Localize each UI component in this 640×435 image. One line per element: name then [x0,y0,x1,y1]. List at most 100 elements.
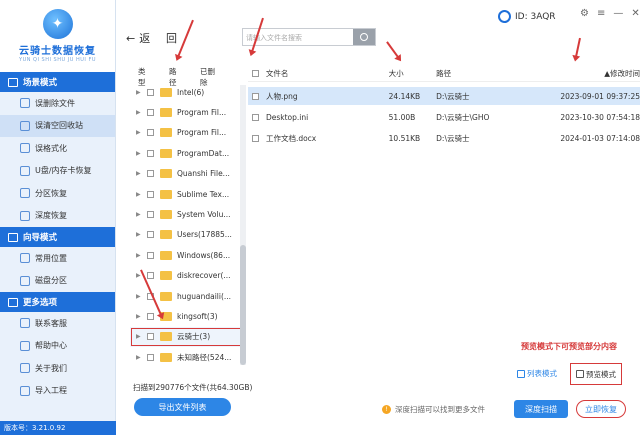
sidebar-item-format[interactable]: 误格式化 [0,137,115,160]
sidebar-item-import[interactable]: 导入工程 [0,380,115,403]
col-mtime[interactable]: ▲修改时间 [565,68,640,79]
tree-row-label: Windows(86... [177,250,231,260]
tree-checkbox[interactable] [147,109,154,117]
expand-arrow-icon[interactable]: ▶ [136,170,142,177]
close-icon[interactable]: ✕ [631,8,639,19]
file-row[interactable]: Desktop.ini 51.00B D:\云骑士\GHO 2023-10-30 07… [248,108,640,126]
tree-row[interactable]: ▶ System Volu... [130,204,242,224]
sidebar-item-partition[interactable]: 分区恢复 [0,182,115,205]
expand-arrow-icon[interactable]: ▶ [136,333,142,340]
search-input[interactable]: 请输入文件名搜索 [243,29,353,45]
tree-checkbox[interactable] [147,211,154,219]
file-mtime: 2023-10-30 07:54:18 [560,112,640,122]
expand-arrow-icon[interactable]: ▶ [136,313,142,320]
tree-row[interactable]: ▶ Sublime Tex... [130,184,242,204]
tree-checkbox[interactable] [147,251,154,259]
list-mode-button[interactable]: 列表模式 [517,368,557,379]
tree-checkbox[interactable] [147,333,154,341]
tree-row[interactable]: ▶ Intel(6) [130,82,242,102]
annotation-arrow [177,19,194,58]
sidebar-item-common-locations[interactable]: 常用位置 [0,247,115,270]
recover-now-button[interactable]: 立即恢复 [576,400,626,418]
tree-tab-deleted[interactable]: 已删除 [200,66,221,87]
tree-tab-type[interactable]: 类型 [138,66,152,87]
user-id[interactable]: ID: 3AQR [498,10,556,23]
tree-row[interactable]: ▶ huguandaili(... [130,286,242,306]
file-checkbox[interactable] [252,92,259,100]
tree-row[interactable]: ▶ Quanshi File... [130,164,242,184]
sidebar-item-about[interactable]: 关于我们 [0,357,115,380]
tree-checkbox[interactable] [147,149,154,157]
tree-tab-path[interactable]: 路径 [169,66,183,87]
sidebar-item-deleted-files[interactable]: 误删除文件 [0,92,115,115]
minimize-icon[interactable]: — [613,8,623,19]
tree-row-label: Sublime Tex... [177,189,230,199]
tree-row[interactable]: ▶ Program Fil... [130,123,242,143]
search-button[interactable] [353,29,375,45]
section-title: 向导模式 [23,233,58,243]
tree-row[interactable]: ▶ kingsoft(3) [130,306,242,326]
col-name[interactable]: 文件名 [266,68,389,79]
file-size: 10.51KB [388,133,421,143]
import-icon [20,385,30,396]
tree-row[interactable]: ▶ Windows(86... [130,245,242,265]
tree-scrollbar[interactable] [240,85,246,365]
tree-checkbox[interactable] [147,88,154,96]
sidebar-item-help[interactable]: 帮助中心 [0,335,115,358]
expand-arrow-icon[interactable]: ▶ [136,211,142,218]
sidebar-item-label: 关于我们 [35,363,67,373]
col-mtime-label: 修改时间 [610,69,640,78]
gear-icon [498,10,511,23]
tree-checkbox[interactable] [147,129,154,137]
tree-checkbox[interactable] [147,170,154,178]
menu-icon[interactable]: ≡ [597,8,605,19]
sidebar-item-deep[interactable]: 深度恢复 [0,205,115,228]
col-path[interactable]: 路径 [436,68,565,79]
file-row[interactable]: 工作文档.docx 10.51KB D:\云骑士 2024-01-03 07:14:0… [248,129,640,147]
expand-arrow-icon[interactable]: ▶ [136,231,142,238]
tree-row[interactable]: ▶ Users(17885... [130,225,242,245]
file-row[interactable]: 人物.png 24.14KB D:\云骑士 2023-09-01 09:37:25 [248,87,640,105]
tree-row-label: 未知路径(524... [177,352,232,362]
expand-arrow-icon[interactable]: ▶ [136,191,142,198]
sidebar-item-disk-partition[interactable]: 磁盘分区 [0,270,115,293]
sidebar-item-usb[interactable]: U盘/内存卡恢复 [0,160,115,183]
back-label: 返 [139,32,151,45]
expand-arrow-icon[interactable]: ▶ [136,150,142,157]
tree-checkbox[interactable] [147,231,154,239]
export-list-button[interactable]: 导出文件列表 [134,398,231,416]
tree-checkbox[interactable] [147,272,154,280]
expand-arrow-icon[interactable]: ▶ [136,293,142,300]
tree-row[interactable]: ▶ 云骑士(3) [130,326,242,348]
expand-arrow-icon[interactable]: ▶ [136,354,142,361]
hint-text: 深度扫描可以找到更多文件 [395,405,485,414]
tree-checkbox[interactable] [147,190,154,198]
help-icon [20,340,30,351]
file-mtime: 2023-09-01 09:37:25 [560,91,640,101]
tree-row[interactable]: ▶ ProgramDat... [130,143,242,163]
deep-scan-button[interactable]: 深度扫描 [514,400,568,418]
tree-row-label: Program Fil... [177,128,227,138]
tree-row[interactable]: ▶ 未知路径(524... [130,347,242,367]
expand-arrow-icon[interactable]: ▶ [136,109,142,116]
expand-arrow-icon[interactable]: ▶ [136,252,142,259]
sidebar-item-contact[interactable]: 联系客服 [0,312,115,335]
home-button[interactable]: 回 [166,30,177,46]
expand-arrow-icon[interactable]: ▶ [136,129,142,136]
file-icon [20,98,30,109]
preview-mode-button[interactable]: 预览模式 [570,363,622,385]
search-box[interactable]: 请输入文件名搜索 [242,28,376,46]
file-checkbox[interactable] [252,134,259,142]
back-button[interactable]: ← 返 [126,30,150,46]
scrollbar-thumb[interactable] [240,245,246,365]
col-size[interactable]: 大小 [389,68,437,79]
expand-arrow-icon[interactable]: ▶ [136,89,142,96]
file-checkbox[interactable] [252,113,259,121]
sidebar-item-recycle-bin[interactable]: 误清空回收站 [0,114,115,137]
file-name: 人物.png [265,91,298,101]
settings-icon[interactable]: ⚙ [580,8,589,19]
select-all-checkbox[interactable] [252,70,259,77]
tree-row[interactable]: ▶ Program Fil... [130,102,242,122]
tree-checkbox[interactable] [147,312,154,320]
tree-checkbox[interactable] [147,353,154,361]
